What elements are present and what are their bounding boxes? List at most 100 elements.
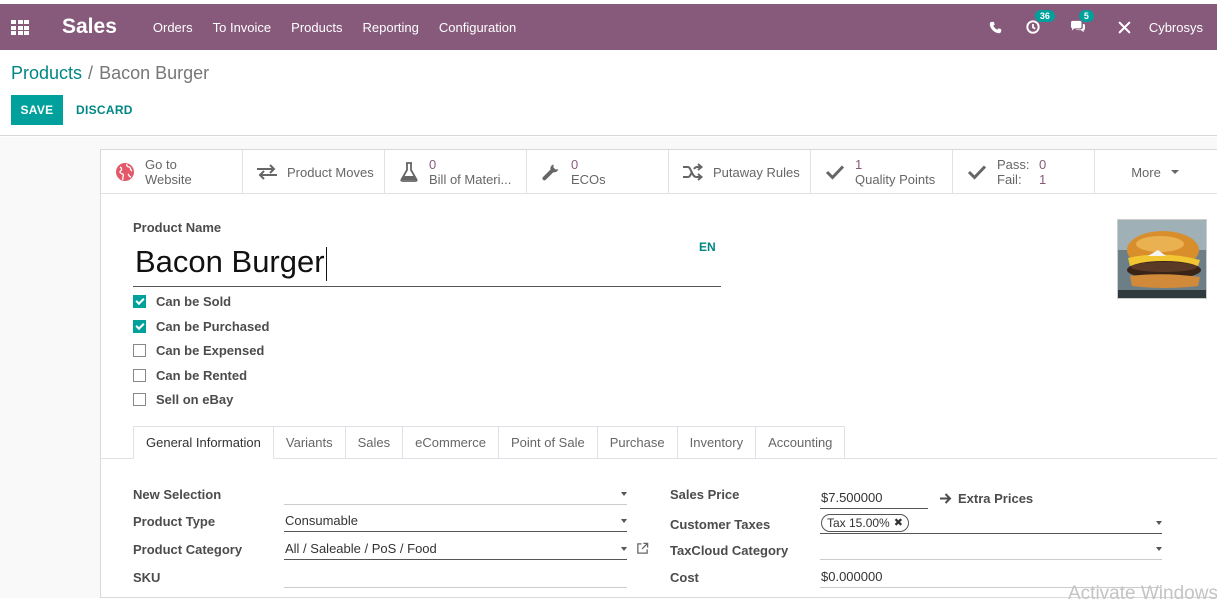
activate-windows-watermark: Activate Windows [1068, 583, 1217, 604]
breadcrumb-products-link[interactable]: Products [11, 63, 82, 83]
messages-icon[interactable]: 5 [1070, 10, 1094, 34]
customer-taxes-field[interactable]: Tax 15.00% ✖ [820, 512, 1162, 534]
bom-count: 0 [429, 157, 437, 172]
check-icon [823, 160, 847, 184]
form-sheet: Go to Website Product Moves 0 Bill of Mate… [100, 149, 1217, 598]
tools-icon[interactable] [1118, 21, 1131, 34]
can-be-sold-checkbox[interactable] [133, 295, 146, 308]
tab-accounting[interactable]: Accounting [756, 426, 846, 459]
wrench-icon [539, 160, 563, 184]
dropdown-caret-icon [621, 519, 627, 523]
activity-clock-icon[interactable]: 36 [1026, 10, 1055, 34]
arrow-right-icon [940, 493, 952, 504]
quality-checks-button[interactable]: Pass: 0 Fail: 1 [953, 150, 1095, 194]
translate-language-button[interactable]: EN [699, 240, 716, 254]
pass-label: Pass: [997, 157, 1030, 172]
dropdown-caret-icon [621, 547, 627, 551]
can-be-purchased-row: Can be Purchased [133, 319, 269, 334]
quality-count: 1 [855, 157, 863, 172]
phone-icon[interactable] [989, 21, 1002, 34]
product-type-label: Product Type [133, 514, 216, 529]
menu-products[interactable]: Products [281, 20, 352, 35]
dropdown-caret-icon [1156, 521, 1162, 525]
sku-input[interactable] [284, 566, 627, 588]
dropdown-caret-icon [1156, 547, 1162, 551]
product-category-select[interactable]: All / Saleable / PoS / Food [284, 538, 627, 560]
tab-sales[interactable]: Sales [345, 426, 404, 459]
tab-general-information[interactable]: General Information [133, 426, 274, 459]
ecos-count: 0 [571, 157, 579, 172]
tab-purchase[interactable]: Purchase [597, 426, 678, 459]
breadcrumb-current: Bacon Burger [99, 63, 210, 83]
menu-configuration[interactable]: Configuration [429, 20, 526, 35]
product-type-value: Consumable [285, 513, 358, 528]
ecos-button[interactable]: 0 ECOs [527, 150, 669, 194]
discard-button[interactable]: DISCARD [76, 95, 133, 125]
can-be-expensed-checkbox[interactable] [133, 344, 146, 357]
apps-menu-icon[interactable] [11, 20, 29, 35]
can-be-purchased-checkbox[interactable] [133, 320, 146, 333]
can-be-rented-checkbox[interactable] [133, 369, 146, 382]
can-be-expensed-label: Can be Expensed [156, 343, 265, 358]
taxcloud-category-select[interactable] [820, 538, 1162, 560]
top-navbar: Sales Orders To Invoice Products Reporti… [0, 0, 1217, 50]
bill-of-materials-button[interactable]: 0 Bill of Materi... [385, 150, 527, 194]
globe-icon [113, 160, 137, 184]
menu-orders[interactable]: Orders [143, 20, 203, 35]
breadcrumb-separator: / [88, 63, 94, 83]
check-icon [965, 160, 989, 184]
exchange-arrows-icon [255, 160, 279, 184]
can-be-sold-label: Can be Sold [156, 294, 232, 309]
save-button[interactable]: SAVE [11, 95, 63, 125]
product-name-label: Product Name [133, 220, 222, 235]
menu-to-invoice[interactable]: To Invoice [203, 20, 282, 35]
website-line2: Website [145, 172, 192, 187]
sku-label: SKU [133, 570, 161, 585]
can-be-expensed-row: Can be Expensed [133, 343, 264, 358]
external-link-icon[interactable] [636, 542, 649, 558]
menu-reporting[interactable]: Reporting [352, 20, 428, 35]
more-button[interactable]: More [1095, 150, 1215, 194]
caret-down-icon [1170, 170, 1179, 174]
activity-count-badge: 36 [1034, 10, 1055, 22]
fail-label: Fail: [997, 172, 1022, 187]
breadcrumb: Products / Bacon Burger [11, 63, 209, 84]
tab-point-of-sale[interactable]: Point of Sale [498, 426, 598, 459]
product-image[interactable] [1117, 219, 1207, 299]
message-count-badge: 5 [1078, 10, 1094, 22]
bom-label: Bill of Materi... [429, 172, 512, 187]
remove-tag-icon[interactable]: ✖ [894, 512, 903, 534]
quality-points-button[interactable]: 1 Quality Points [811, 150, 953, 194]
product-name-value: Bacon Burger [135, 244, 325, 279]
product-moves-button[interactable]: Product Moves [243, 150, 385, 194]
product-type-select[interactable]: Consumable [284, 510, 627, 532]
text-cursor [325, 246, 327, 281]
burger-image-icon [1118, 220, 1206, 298]
website-line1: Go to [145, 157, 177, 172]
go-to-website-button[interactable]: Go to Website [101, 150, 243, 194]
tax-tag-label: Tax 15.00% [827, 516, 890, 530]
flask-icon [397, 160, 421, 184]
app-name: Sales [62, 15, 117, 38]
tab-inventory[interactable]: Inventory [677, 426, 757, 459]
tab-ecommerce[interactable]: eCommerce [403, 426, 499, 459]
quality-label: Quality Points [855, 172, 936, 187]
product-name-input[interactable]: Bacon Burger [133, 240, 721, 287]
sell-on-ebay-label: Sell on eBay [156, 392, 234, 407]
new-selection-select[interactable] [284, 483, 627, 505]
sales-price-input[interactable]: $7.500000 [820, 487, 928, 509]
ecos-label: ECOs [571, 172, 606, 187]
navbar-systray: 36 5 Cybrosys [977, 4, 1217, 50]
tax-tag: Tax 15.00% ✖ [821, 514, 909, 532]
can-be-purchased-label: Can be Purchased [156, 319, 270, 334]
tab-variants[interactable]: Variants [273, 426, 346, 459]
dropdown-caret-icon [621, 492, 627, 496]
extra-prices-button[interactable]: Extra Prices [940, 491, 1033, 506]
can-be-rented-row: Can be Rented [133, 368, 247, 383]
putaway-rules-button[interactable]: Putaway Rules [669, 150, 811, 194]
sell-on-ebay-checkbox[interactable] [133, 393, 146, 406]
cost-label: Cost [670, 570, 699, 585]
taxcloud-category-label: TaxCloud Category [670, 543, 789, 558]
can-be-rented-label: Can be Rented [156, 368, 248, 383]
user-menu[interactable]: Cybrosys [1149, 20, 1203, 35]
